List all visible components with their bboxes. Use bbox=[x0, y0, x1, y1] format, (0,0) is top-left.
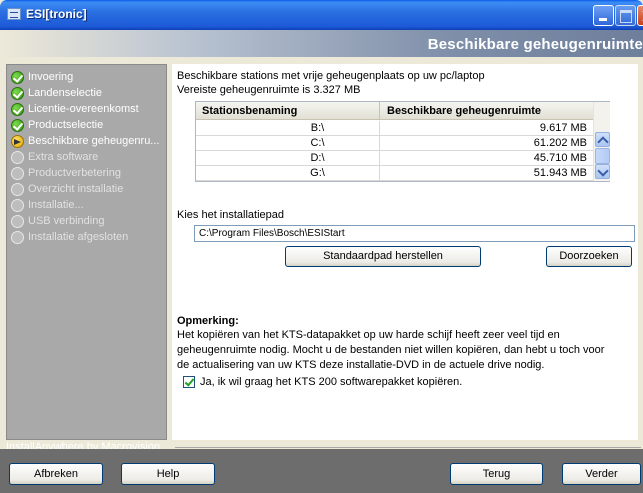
drive-cell: B:\ bbox=[310, 122, 325, 134]
step-label: Licentie-overeenkomst bbox=[28, 103, 139, 115]
step-label: Extra software bbox=[28, 151, 99, 163]
window-titlebar[interactable]: ESI[tronic] bbox=[0, 0, 643, 30]
check-circle-icon bbox=[11, 103, 24, 116]
minimize-icon[interactable] bbox=[593, 5, 614, 26]
page-title: Beschikbare geheugenruimte bbox=[427, 36, 643, 53]
copy-kts-checkbox-label[interactable]: Ja, ik wil graag het KTS 200 softwarepak… bbox=[200, 376, 462, 388]
maximize-icon[interactable] bbox=[615, 5, 636, 26]
step-label: Overzicht installatie bbox=[28, 183, 124, 195]
step-label: Installatie... bbox=[28, 199, 84, 211]
footer-divider bbox=[175, 447, 641, 448]
note-title: Opmerking: bbox=[177, 315, 239, 327]
check-circle-icon bbox=[11, 119, 24, 132]
step-label: USB verbinding bbox=[28, 215, 105, 227]
space-cell: 51.943 MB bbox=[533, 167, 587, 179]
space-cell: 9.617 MB bbox=[539, 122, 587, 134]
step-label: Beschikbare geheugenru... bbox=[28, 135, 160, 147]
table-row[interactable]: C:\ 61.202 MB bbox=[196, 136, 593, 151]
step-item: Overzicht installatie bbox=[11, 182, 166, 198]
step-label: Invoering bbox=[28, 71, 74, 83]
step-item: Invoering bbox=[11, 70, 166, 86]
note-text-line: Het kopiëren van het KTS-datapakket op u… bbox=[177, 329, 560, 341]
abort-button[interactable]: Afbreken bbox=[9, 463, 103, 485]
table-header: Stationsbenaming Beschikbare geheugenrui… bbox=[196, 102, 593, 120]
drive-cell: C:\ bbox=[310, 137, 325, 149]
browse-button[interactable]: Doorzoeken bbox=[546, 246, 632, 267]
install-path-input[interactable]: C:\Program Files\Bosch\ESIStart bbox=[194, 225, 635, 242]
step-label: Productverbetering bbox=[28, 167, 121, 179]
step-label: Productselectie bbox=[28, 119, 104, 131]
column-header-drive: Stationsbenaming bbox=[202, 105, 298, 117]
step-item: Productverbetering bbox=[11, 166, 166, 182]
note-text-line: geheugenruimte nodig. Mocht u de bestand… bbox=[177, 344, 605, 356]
intro-text: Beschikbare stations met vrije geheugenp… bbox=[177, 70, 485, 82]
scroll-up-icon[interactable] bbox=[595, 132, 610, 147]
step-item: Licentie-overeenkomst bbox=[11, 102, 166, 118]
step-item: USB verbinding bbox=[11, 214, 166, 230]
steps-panel: Invoering Landenselectie Licentie-overee… bbox=[6, 64, 167, 440]
back-button[interactable]: Terug bbox=[450, 463, 543, 485]
empty-circle-icon bbox=[11, 215, 24, 228]
column-divider bbox=[379, 102, 380, 120]
check-circle-icon bbox=[11, 71, 24, 84]
column-header-space: Beschikbare geheugenruimte bbox=[387, 105, 542, 117]
drives-table[interactable]: Stationsbenaming Beschikbare geheugenrui… bbox=[195, 101, 610, 182]
table-row[interactable]: G:\ 51.943 MB bbox=[196, 166, 593, 181]
step-item: Installatie afgesloten bbox=[11, 230, 166, 246]
scroll-thumb[interactable] bbox=[595, 148, 610, 164]
help-button[interactable]: Help bbox=[121, 463, 215, 485]
empty-circle-icon bbox=[11, 183, 24, 196]
arrow-right-circle-icon bbox=[11, 135, 24, 148]
drive-cell: G:\ bbox=[310, 167, 325, 179]
copy-kts-checkbox[interactable] bbox=[183, 376, 195, 388]
empty-circle-icon bbox=[11, 231, 24, 244]
step-item: Productselectie bbox=[11, 118, 166, 134]
table-scrollbar[interactable] bbox=[593, 102, 610, 181]
empty-circle-icon bbox=[11, 199, 24, 212]
step-label: Installatie afgesloten bbox=[28, 231, 129, 243]
empty-circle-icon bbox=[11, 167, 24, 180]
step-item: Extra software bbox=[11, 150, 166, 166]
window-title: ESI[tronic] bbox=[26, 7, 87, 21]
install-path-label: Kies het installatiepad bbox=[177, 209, 285, 221]
step-item: Landenselectie bbox=[11, 86, 166, 102]
table-row[interactable]: B:\ 9.617 MB bbox=[196, 121, 593, 136]
table-row[interactable]: D:\ 45.710 MB bbox=[196, 151, 593, 166]
next-button[interactable]: Verder bbox=[562, 463, 641, 485]
scroll-down-icon[interactable] bbox=[595, 164, 610, 179]
close-icon[interactable] bbox=[637, 5, 643, 26]
main-content: Beschikbare stations met vrije geheugenp… bbox=[172, 64, 638, 440]
space-cell: 61.202 MB bbox=[533, 137, 587, 149]
step-item-current: Beschikbare geheugenru... bbox=[11, 134, 166, 150]
app-icon bbox=[7, 8, 21, 20]
step-label: Landenselectie bbox=[28, 87, 103, 99]
restore-default-path-button[interactable]: Standaardpad herstellen bbox=[285, 246, 481, 267]
check-circle-icon bbox=[11, 87, 24, 100]
step-item: Installatie... bbox=[11, 198, 166, 214]
space-cell: 45.710 MB bbox=[533, 152, 587, 164]
required-space-text: Vereiste geheugenruimte is 3.327 MB bbox=[177, 84, 361, 96]
note-text-line: de actualisering van uw KTS deze install… bbox=[177, 359, 545, 371]
empty-circle-icon bbox=[11, 151, 24, 164]
drive-cell: D:\ bbox=[310, 152, 325, 164]
